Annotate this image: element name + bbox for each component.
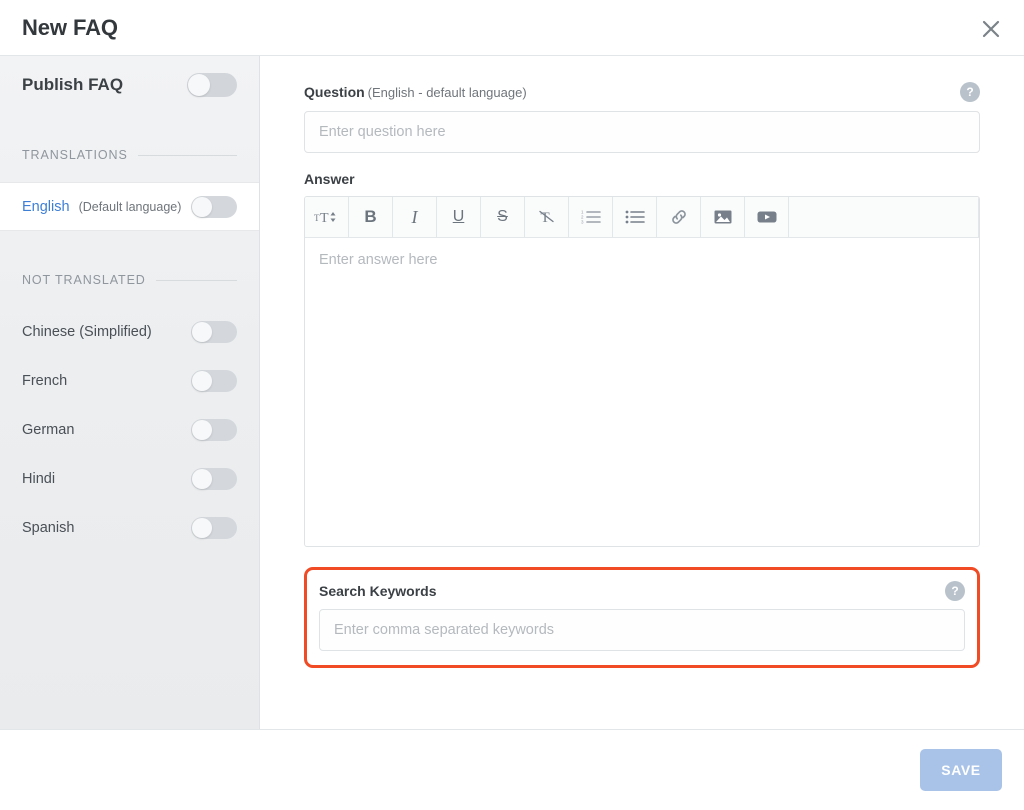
language-name: English: [22, 198, 70, 215]
question-sublabel: (English - default language): [367, 85, 527, 100]
keywords-label-row: Search Keywords ?: [319, 581, 965, 601]
publish-faq-label: Publish FAQ: [22, 75, 124, 94]
search-keywords-label: Search Keywords: [319, 583, 437, 599]
answer-field-block: Answer T T B I U S T 1 2 3 Enter answer …: [304, 171, 980, 547]
sidebar-item-hindi[interactable]: Hindi: [0, 454, 259, 503]
hindi-toggle[interactable]: [191, 467, 237, 490]
sidebar-item-french[interactable]: French: [0, 356, 259, 405]
save-button[interactable]: SAVE: [920, 749, 1002, 791]
sidebar-item-german[interactable]: German: [0, 405, 259, 454]
spanish-toggle[interactable]: [191, 516, 237, 539]
question-label-text: Question: [304, 84, 365, 100]
search-keywords-input[interactable]: [319, 609, 965, 651]
clear-formatting-icon[interactable]: T: [525, 197, 569, 237]
question-field-block: Question (English - default language) ?: [304, 82, 980, 153]
translations-heading: TRANSLATIONS: [22, 148, 128, 162]
toggle-knob: [192, 321, 212, 342]
form-content: Question(English - default language) ? A…: [260, 56, 1024, 729]
language-label-group: French: [22, 373, 67, 389]
toggle-knob: [188, 74, 210, 96]
underline-icon[interactable]: U: [437, 197, 481, 237]
toolbar-filler: [789, 197, 979, 237]
svg-text:3: 3: [581, 220, 584, 225]
toggle-knob: [192, 468, 212, 489]
language-label-group: Spanish: [22, 520, 74, 536]
language-name: German: [22, 421, 75, 438]
language-label-group: Chinese (Simplified): [22, 324, 152, 340]
link-icon[interactable]: [657, 197, 701, 237]
strikethrough-glyph: S: [497, 208, 508, 225]
answer-rich-text-editor: T T B I U S T 1 2 3 Enter answer here: [304, 196, 980, 547]
answer-label-row: Answer: [304, 171, 980, 187]
language-name: Hindi: [22, 470, 56, 487]
not-translated-heading: NOT TRANSLATED: [22, 273, 146, 287]
default-language-note: (Default language): [78, 199, 182, 214]
language-name: Spanish: [22, 519, 75, 536]
font-size-icon[interactable]: T T: [305, 197, 349, 237]
section-divider: [137, 154, 237, 156]
french-toggle[interactable]: [191, 369, 237, 392]
toggle-knob: [192, 370, 212, 391]
image-icon[interactable]: [701, 197, 745, 237]
language-name: Chinese (Simplified): [22, 323, 152, 340]
keywords-help-icon[interactable]: ?: [945, 581, 965, 601]
close-icon[interactable]: [972, 10, 1010, 48]
language-name: French: [22, 372, 68, 389]
english-toggle[interactable]: [191, 195, 237, 218]
sidebar-item-spanish[interactable]: Spanish: [0, 503, 259, 552]
italic-icon[interactable]: I: [393, 197, 437, 237]
language-label-group: Hindi: [22, 471, 55, 487]
strikethrough-icon[interactable]: S: [481, 197, 525, 237]
search-keywords-highlight: Search Keywords ?: [304, 567, 980, 668]
dialog-title: New FAQ: [22, 14, 118, 40]
not-translated-section-header: NOT TRANSLATED: [0, 253, 259, 307]
section-divider: [155, 279, 237, 281]
dialog-body: Publish FAQ TRANSLATIONS English (Defaul…: [0, 56, 1024, 730]
question-label: Question (English - default language): [304, 84, 527, 100]
answer-label: Answer: [304, 171, 355, 187]
dialog-titlebar: New FAQ: [0, 0, 1024, 56]
underline-glyph: U: [452, 208, 465, 225]
editor-toolbar: T T B I U S T 1 2 3: [305, 197, 979, 238]
sidebar-item-english[interactable]: English (Default language): [0, 182, 259, 231]
translations-section-header: TRANSLATIONS: [0, 128, 259, 182]
toggle-knob: [192, 196, 212, 217]
unordered-list-icon[interactable]: [613, 197, 657, 237]
sidebar: Publish FAQ TRANSLATIONS English (Defaul…: [0, 56, 260, 729]
language-label-group: English (Default language): [22, 199, 181, 215]
sidebar-item-chinese-simplified[interactable]: Chinese (Simplified): [0, 307, 259, 356]
svg-text:T: T: [320, 211, 329, 225]
answer-editor-area[interactable]: Enter answer here: [305, 238, 979, 546]
bold-glyph: B: [364, 207, 377, 226]
language-label-group: German: [22, 422, 74, 438]
italic-glyph: I: [411, 206, 418, 227]
publish-faq-row: Publish FAQ: [0, 56, 259, 114]
bold-icon[interactable]: B: [349, 197, 393, 237]
question-help-icon[interactable]: ?: [960, 82, 980, 102]
chinese-simplified-toggle[interactable]: [191, 320, 237, 343]
ordered-list-icon[interactable]: 1 2 3: [569, 197, 613, 237]
question-input[interactable]: [304, 111, 980, 153]
german-toggle[interactable]: [191, 418, 237, 441]
dialog-footer: SAVE: [0, 730, 1024, 810]
toggle-knob: [192, 419, 212, 440]
question-label-row: Question (English - default language) ?: [304, 82, 980, 102]
publish-faq-toggle[interactable]: [187, 73, 237, 97]
toggle-knob: [192, 517, 212, 538]
video-icon[interactable]: [745, 197, 789, 237]
new-faq-dialog: New FAQ Publish FAQ TRANSLATIONS English…: [0, 0, 1024, 810]
